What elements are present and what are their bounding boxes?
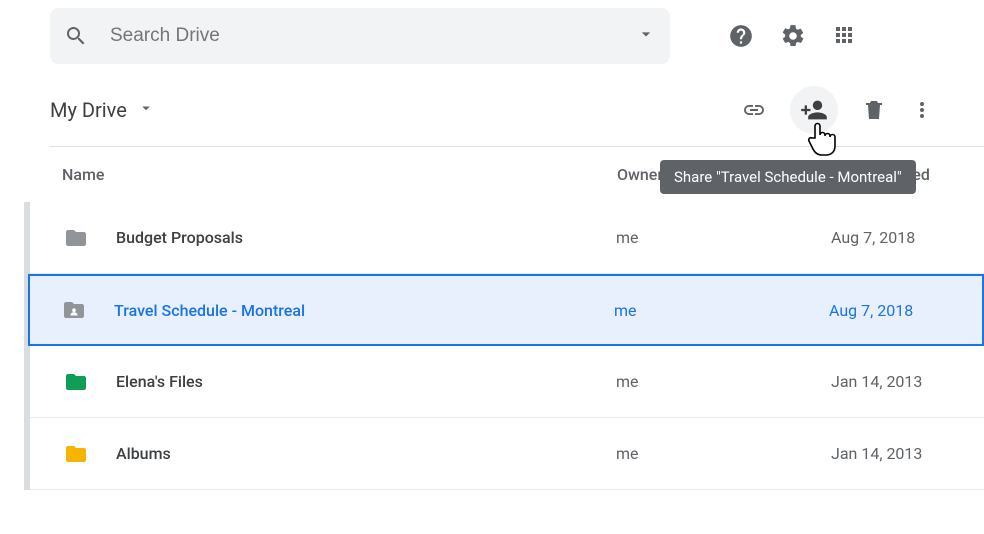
share-button[interactable] bbox=[790, 86, 838, 134]
file-modified: Jan 14, 2013 bbox=[831, 372, 922, 391]
file-owner: me bbox=[616, 228, 831, 247]
more-icon[interactable] bbox=[910, 98, 934, 122]
link-icon[interactable] bbox=[742, 98, 766, 122]
file-name: Elena's Files bbox=[116, 372, 616, 391]
folder-icon bbox=[62, 370, 90, 394]
apps-icon[interactable] bbox=[832, 23, 858, 49]
table-row[interactable]: Budget ProposalsmeAug 7, 2018 bbox=[30, 202, 984, 274]
file-owner: me bbox=[616, 372, 831, 391]
file-list: Budget ProposalsmeAug 7, 2018Travel Sche… bbox=[24, 202, 984, 490]
table-row[interactable]: AlbumsmeJan 14, 2013 bbox=[30, 418, 984, 490]
folder-shared-icon bbox=[60, 298, 88, 322]
chevron-down-icon bbox=[137, 98, 155, 122]
table-row[interactable]: Elena's FilesmeJan 14, 2013 bbox=[30, 346, 984, 418]
folder-icon bbox=[62, 442, 90, 466]
file-modified: Aug 7, 2018 bbox=[831, 228, 915, 247]
breadcrumb[interactable]: My Drive bbox=[50, 98, 155, 122]
table-row[interactable]: Travel Schedule - MontrealmeAug 7, 2018 bbox=[28, 274, 984, 346]
search-bar[interactable] bbox=[50, 8, 670, 64]
delete-icon[interactable] bbox=[862, 98, 886, 122]
file-modified: Aug 7, 2018 bbox=[829, 301, 913, 320]
settings-icon[interactable] bbox=[780, 23, 806, 49]
folder-icon bbox=[62, 226, 90, 250]
column-name[interactable]: Name bbox=[62, 165, 617, 184]
file-owner: me bbox=[616, 444, 831, 463]
search-dropdown-icon[interactable] bbox=[636, 24, 656, 48]
file-name: Travel Schedule - Montreal bbox=[114, 301, 614, 320]
help-icon[interactable] bbox=[728, 23, 754, 49]
tooltip: Share "Travel Schedule - Montreal" bbox=[660, 160, 916, 194]
file-name: Budget Proposals bbox=[116, 228, 616, 247]
file-owner: me bbox=[614, 301, 829, 320]
search-icon bbox=[64, 24, 88, 48]
search-input[interactable] bbox=[110, 25, 636, 47]
file-modified: Jan 14, 2013 bbox=[831, 444, 922, 463]
breadcrumb-label: My Drive bbox=[50, 98, 127, 122]
file-name: Albums bbox=[116, 444, 616, 463]
